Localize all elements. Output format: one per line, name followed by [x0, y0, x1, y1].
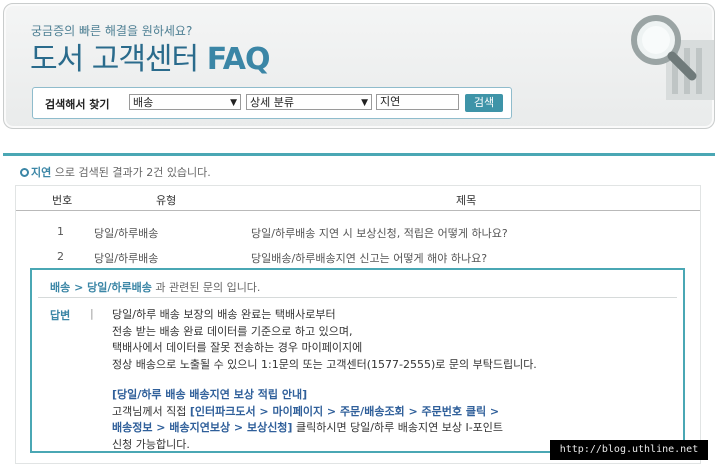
- dropdown-arrow-icon: ▼: [230, 98, 237, 108]
- subcategory-select-value: 상세 분류: [250, 96, 294, 109]
- title-main: 도서 고객센터: [30, 42, 199, 77]
- col-header-type: 유형: [156, 194, 177, 207]
- title-faq: FAQ: [206, 42, 271, 77]
- search-summary: 지연 으로 검색된 결과가 2건 있습니다.: [20, 164, 211, 180]
- row-type: 당일/하루배송: [94, 227, 159, 240]
- search-input[interactable]: 지연: [376, 94, 459, 110]
- search-bar: 검색해서 찾기 배송 ▼ 상세 분류 ▼ 지연 검색: [32, 87, 512, 119]
- answer-panel: 배송 > 당일/하루배송 과 관련된 문의 입니다. 답변 | 당일/하루 배송…: [30, 268, 685, 453]
- page-title: 도서 고객센터 FAQ: [30, 40, 271, 80]
- category-select[interactable]: 배송 ▼: [129, 94, 241, 110]
- guide-path-link[interactable]: [인터파크도서 > 마이페이지 > 주문/배송조회 > 주문번호 클릭 >: [190, 405, 499, 418]
- breadcrumb-suffix: 과 관련된 문의 입니다.: [155, 281, 261, 294]
- dropdown-arrow-icon: ▼: [361, 98, 368, 108]
- search-label: 검색해서 찾기: [45, 98, 110, 111]
- col-header-number: 번호: [52, 194, 73, 207]
- answer-line: 당일/하루 배송 보장의 배송 완료는 택배사로부터: [112, 308, 336, 321]
- guide-line: 고객님께서 직접 [인터파크도서 > 마이페이지 > 주문/배송조회 > 주문번…: [112, 404, 537, 421]
- row-title-link[interactable]: 당일/하루배송 지연 시 보상신청, 적립은 어떻게 하나요?: [251, 225, 508, 241]
- answer-line: 전송 받는 배송 완료 데이터를 기준으로 하고 있으며,: [112, 324, 353, 338]
- row-number: 2: [57, 250, 64, 263]
- guide-title: [당일/하루 배송 배송지연 보상 적립 안내]: [112, 388, 308, 401]
- results-divider: [3, 153, 715, 156]
- category-select-value: 배송: [133, 96, 154, 109]
- breadcrumb-divider: [38, 297, 677, 298]
- table-row[interactable]: 2 당일/하루배송 당일배송/하루배송지연 신고는 어떻게 해야 하나요?: [16, 244, 700, 268]
- breadcrumb-path: 배송 > 당일/하루배송: [50, 281, 152, 294]
- guide-end: 신청 가능합니다.: [112, 437, 190, 451]
- col-header-title: 제목: [456, 194, 477, 207]
- answer-line: 택배사에서 데이터를 잘못 전송하는 경우 마이페이지에: [112, 341, 363, 354]
- search-button[interactable]: 검색: [465, 94, 503, 112]
- guide-suffix: 클릭하시면 당일/하루 배송지연 보상 I-포인트: [295, 421, 504, 434]
- header-subtitle: 궁금증의 빠른 해결을 원하세요?: [31, 24, 193, 38]
- answer-line: 정상 배송으로 노출될 수 있으니 1:1문의 또는 고객센터(1577-255…: [112, 357, 537, 371]
- magnifier-illustration-icon: [631, 15, 714, 100]
- faq-header: 궁금증의 빠른 해결을 원하세요? 도서 고객센터 FAQ 검색해서 찾기 배송…: [3, 3, 715, 129]
- guide-prefix: 고객님께서 직접: [112, 404, 187, 418]
- row-number: 1: [57, 225, 64, 238]
- guide-line: 배송정보 > 배송지연보상 > 보상신청] 클릭하시면 당일/하루 배송지연 보…: [112, 420, 537, 437]
- row-title-link[interactable]: 당일배송/하루배송지연 신고는 어떻게 해야 하나요?: [251, 250, 487, 266]
- row-type: 당일/하루배송: [94, 252, 159, 265]
- table-row[interactable]: 1 당일/하루배송 당일/하루배송 지연 시 보상신청, 적립은 어떻게 하나요…: [16, 219, 700, 243]
- circle-bullet-icon: [20, 168, 29, 177]
- summary-text: 으로 검색된 결과가 2건 있습니다.: [54, 166, 211, 179]
- answer-breadcrumb: 배송 > 당일/하루배송 과 관련된 문의 입니다.: [50, 279, 260, 295]
- table-header: 번호 유형 제목: [16, 186, 700, 211]
- answer-body: 당일/하루 배송 보장의 배송 완료는 택배사로부터 전송 받는 배송 완료 데…: [112, 307, 537, 453]
- summary-keyword: 지연: [31, 166, 52, 179]
- subcategory-select[interactable]: 상세 분류 ▼: [246, 94, 372, 110]
- guide-path-link[interactable]: 배송정보 > 배송지연보상 > 보상신청]: [112, 421, 292, 434]
- answer-label: 답변: [50, 309, 71, 322]
- watermark: http://blog.uthline.net: [550, 440, 708, 460]
- answer-separator: |: [90, 307, 94, 320]
